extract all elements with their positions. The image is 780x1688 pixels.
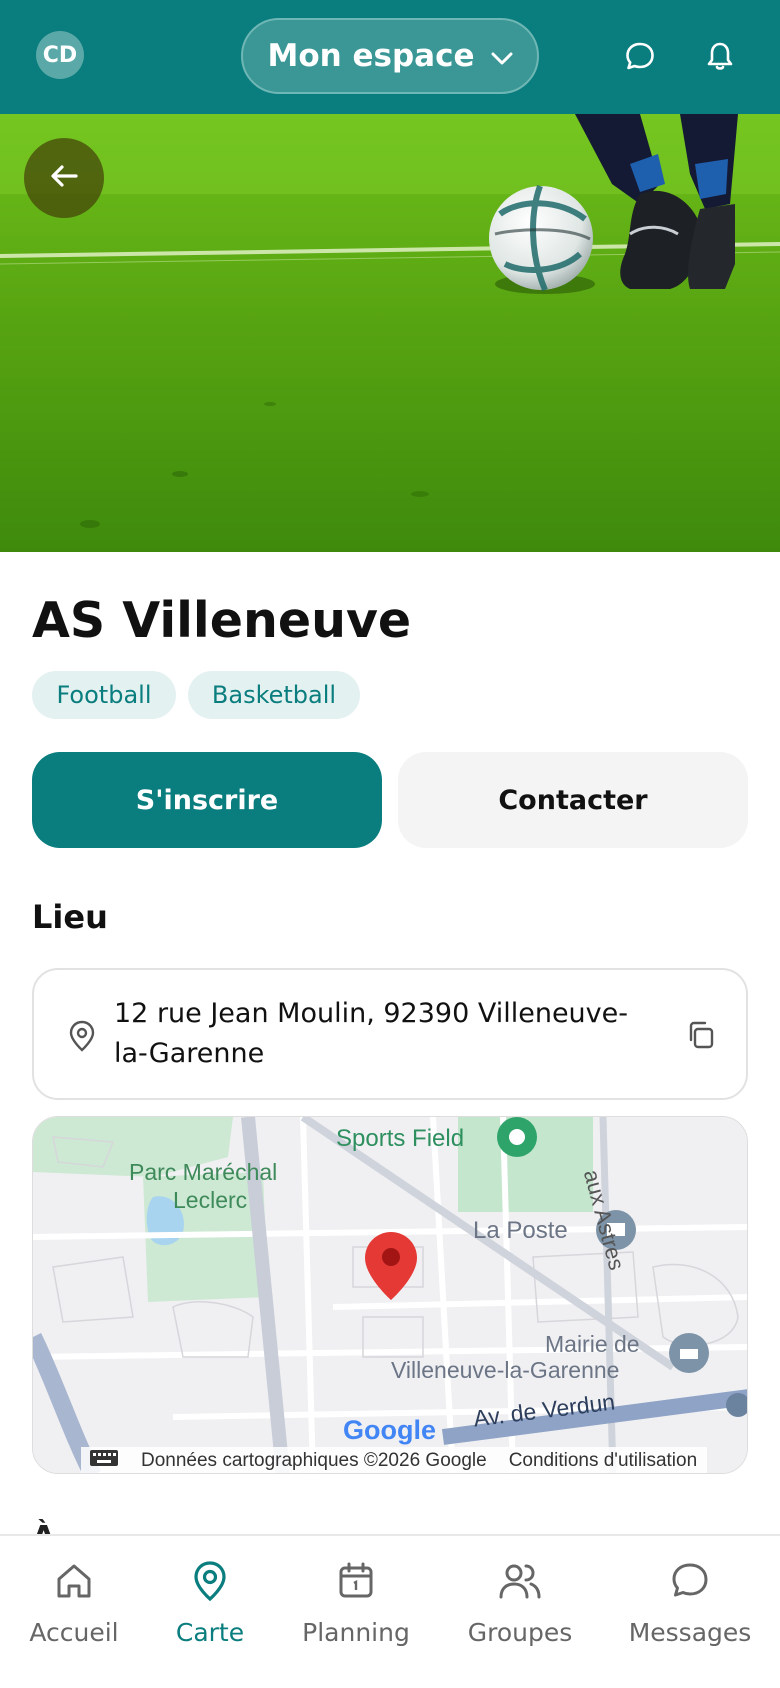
nav-item-groupes[interactable]: Groupes xyxy=(468,1560,572,1647)
avatar[interactable]: CD xyxy=(36,31,84,79)
map-label-parc-line2: Leclerc xyxy=(173,1187,248,1213)
tag-basketball: Basketball xyxy=(188,671,360,719)
map-attribution: Données cartographiques ©2026 Google Con… xyxy=(81,1447,708,1473)
nav-item-messages[interactable]: Messages xyxy=(628,1560,752,1647)
home-icon xyxy=(53,1560,95,1606)
space-switcher-label: Mon espace xyxy=(267,38,475,74)
top-app-bar: CD Mon espace xyxy=(0,0,780,114)
map-pin-icon xyxy=(189,1560,231,1606)
chevron-down-icon xyxy=(491,38,513,74)
nav-label: Carte xyxy=(175,1618,245,1647)
keyboard-icon[interactable] xyxy=(89,1449,119,1473)
address-card: 12 rue Jean Moulin, 92390 Villeneuve-la-… xyxy=(32,968,748,1100)
hero-image xyxy=(0,114,780,552)
nav-item-planning[interactable]: Planning xyxy=(302,1560,410,1647)
map-pin-icon xyxy=(68,1020,96,1056)
chat-icon[interactable] xyxy=(620,36,660,76)
arrow-left-icon xyxy=(50,164,78,192)
map-data-attribution: Données cartographiques ©2026 Google xyxy=(141,1450,487,1471)
bottom-navigation: Accueil Carte Planning Groupes Messages xyxy=(0,1534,780,1688)
address-text: 12 rue Jean Moulin, 92390 Villeneuve-la-… xyxy=(114,998,629,1069)
map-label-la-poste: La Poste xyxy=(473,1217,568,1244)
location-section-title: Lieu xyxy=(32,898,108,936)
tag-football: Football xyxy=(32,671,176,719)
page-title: AS Villeneuve xyxy=(32,592,412,649)
bell-icon[interactable] xyxy=(700,36,740,76)
nav-label: Accueil xyxy=(29,1618,119,1647)
space-switcher-button[interactable]: Mon espace xyxy=(241,18,539,94)
football-field-photo xyxy=(0,114,780,552)
nav-label: Groupes xyxy=(467,1618,573,1647)
nav-item-accueil[interactable]: Accueil xyxy=(28,1560,120,1647)
contact-button[interactable]: Contacter xyxy=(398,752,748,848)
map-label-parc-line1: Parc Maréchal xyxy=(129,1159,278,1185)
nav-item-carte[interactable]: Carte xyxy=(172,1560,248,1647)
map-terms-link[interactable]: Conditions d'utilisation xyxy=(509,1450,697,1472)
back-button[interactable] xyxy=(24,138,104,218)
nav-label: Messages xyxy=(628,1618,752,1647)
location-map[interactable]: Sports Field Parc Maréchal Leclerc La Po… xyxy=(32,1116,748,1474)
register-button[interactable]: S'inscrire xyxy=(32,752,382,848)
map-label-mairie-line1: Mairie de xyxy=(545,1331,640,1357)
map-label-mairie-line2: Villeneuve-la-Garenne xyxy=(391,1357,620,1383)
chat-icon xyxy=(669,1560,711,1606)
users-icon xyxy=(498,1560,542,1606)
google-logo: Google xyxy=(343,1415,436,1445)
copy-icon[interactable] xyxy=(686,1020,716,1054)
map-label-sports-field: Sports Field xyxy=(336,1125,465,1152)
nav-label: Planning xyxy=(302,1618,410,1647)
calendar-icon xyxy=(335,1560,377,1606)
